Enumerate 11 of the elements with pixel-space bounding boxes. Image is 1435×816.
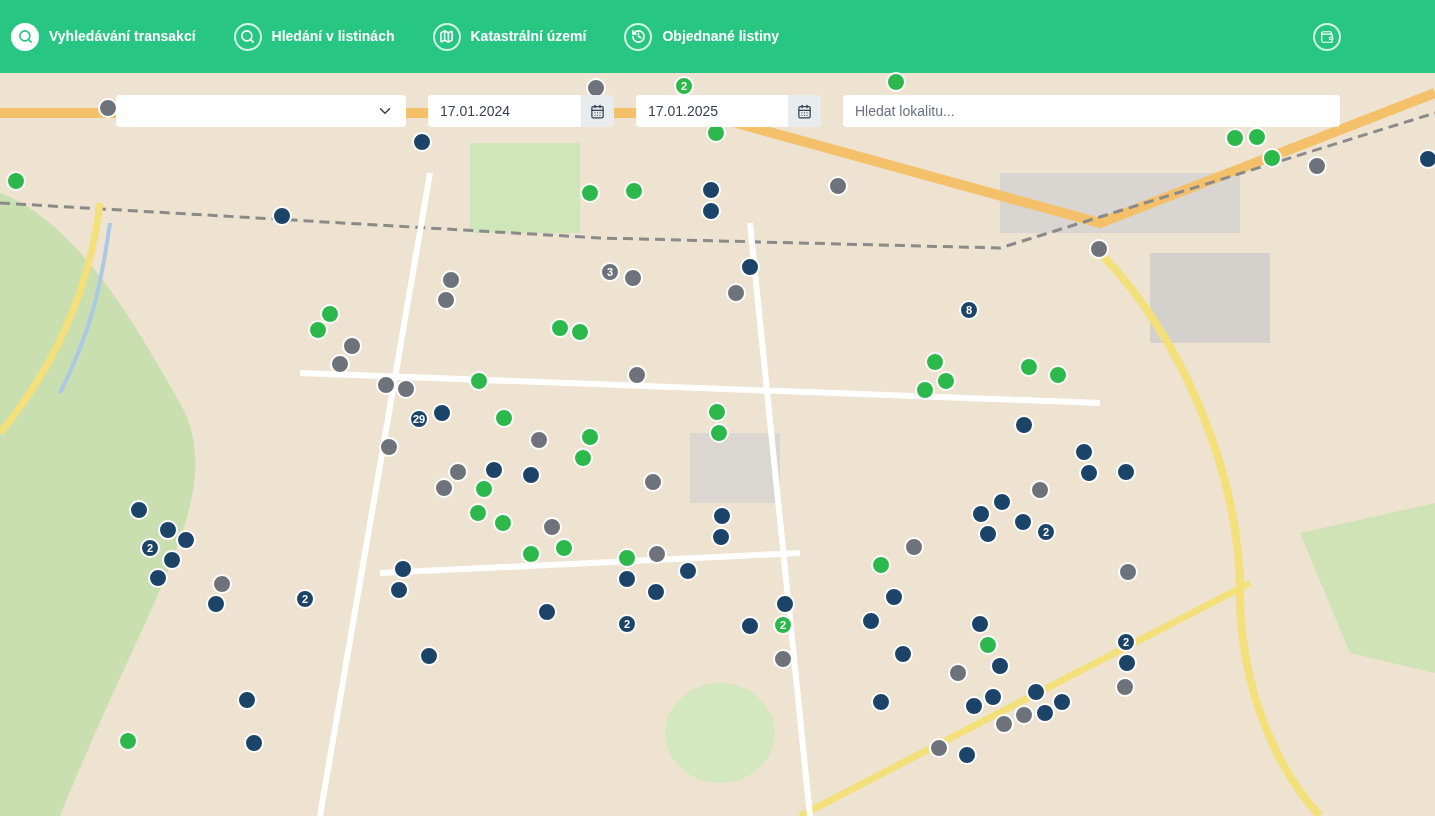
date-from-field[interactable]: 17.01.2024 bbox=[428, 95, 581, 127]
location-search-field[interactable]: Hledat lokalitu... bbox=[843, 95, 1340, 127]
search-icon bbox=[233, 22, 262, 51]
date-to-field[interactable]: 17.01.2025 bbox=[636, 95, 788, 127]
history-icon bbox=[624, 22, 653, 51]
map-icon bbox=[432, 22, 461, 51]
search-icon bbox=[11, 22, 39, 51]
calendar-button[interactable] bbox=[788, 95, 821, 127]
calendar-icon bbox=[590, 103, 605, 119]
calendar-icon bbox=[797, 103, 812, 119]
calendar-button[interactable] bbox=[581, 95, 614, 127]
